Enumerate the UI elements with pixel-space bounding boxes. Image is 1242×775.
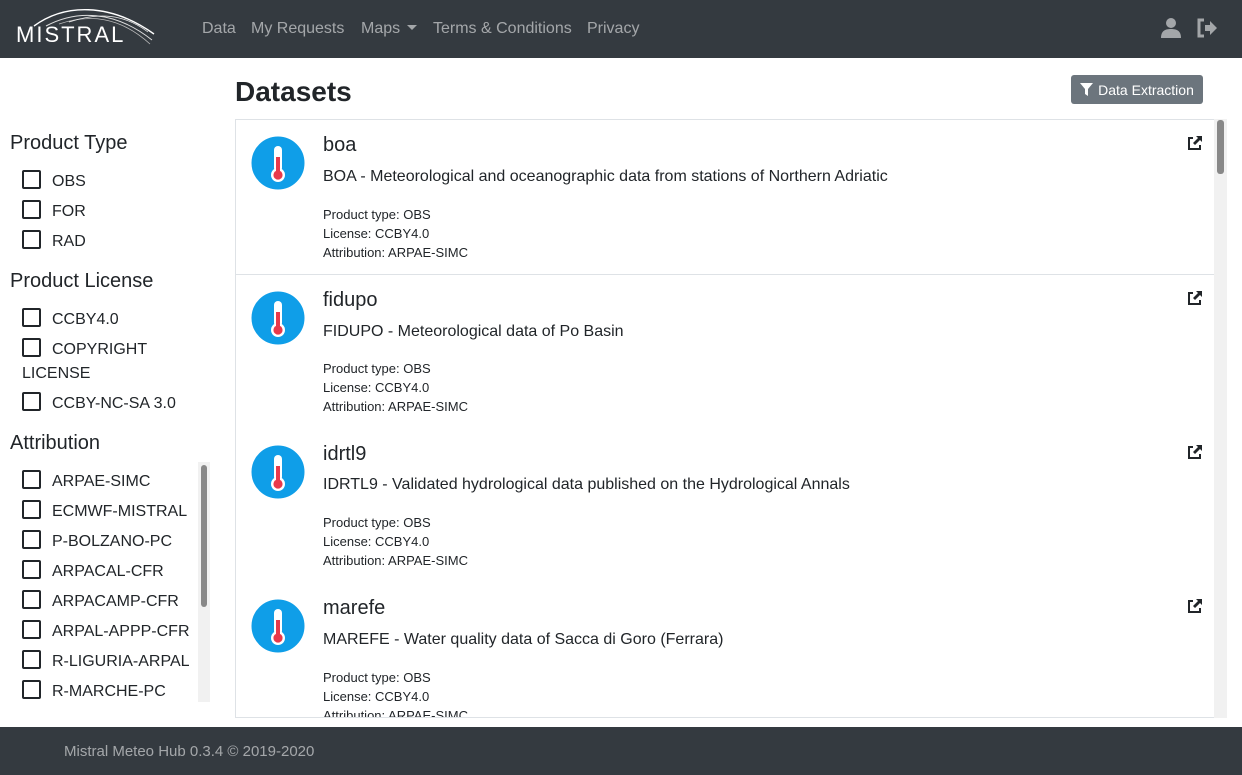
checkbox-label: R-LIGURIA-ARPAL <box>52 653 190 670</box>
top-navbar: MISTRAL Data My Requests Maps Terms & Co… <box>0 0 1242 58</box>
sign-out-icon[interactable] <box>1196 17 1218 39</box>
checkbox-label: CCBY-NC-SA 3.0 <box>52 395 176 412</box>
share-icon[interactable] <box>1187 444 1203 460</box>
checkbox-label: OBS <box>52 173 86 190</box>
facet-title-product-type: Product Type <box>10 132 128 154</box>
dataset-name[interactable]: fidupo <box>323 289 378 312</box>
dataset-product-type: Product type: OBS <box>323 670 431 685</box>
checkbox-box[interactable] <box>22 650 41 669</box>
dataset-license: License: CCBY4.0 <box>323 689 430 704</box>
dataset-attribution: Attribution: ARPAE-SIMC <box>323 399 468 414</box>
checkbox-label: ECMWF-MISTRAL <box>52 503 188 520</box>
checkbox-label: ARPACAMP-CFR <box>52 593 179 610</box>
checkbox-box[interactable] <box>22 620 41 639</box>
nav-terms[interactable]: Terms & Conditions <box>433 20 572 38</box>
checkbox-box[interactable] <box>22 560 41 579</box>
page-title: Datasets <box>235 76 352 107</box>
dataset-license: License: CCBY4.0 <box>323 226 430 241</box>
data-extraction-label: Data Extraction <box>1098 81 1194 98</box>
checkbox-box[interactable] <box>22 392 41 411</box>
dataset-list-scrollbar-track[interactable] <box>1214 119 1227 718</box>
dataset-description: MAREFE - Water quality data of Sacca di … <box>323 631 724 648</box>
share-icon[interactable] <box>1187 290 1203 306</box>
checkbox-box[interactable] <box>22 530 41 549</box>
checkbox-attribution[interactable]: ECMWF-MISTRAL <box>22 500 202 524</box>
dataset-product-type: Product type: OBS <box>323 515 431 530</box>
checkbox-box[interactable] <box>22 170 41 189</box>
dataset-license: License: CCBY4.0 <box>323 380 430 395</box>
facet-title-product-license: Product License <box>10 270 154 292</box>
share-icon[interactable] <box>1187 135 1203 151</box>
dataset-name[interactable]: idrtl9 <box>323 443 366 466</box>
dataset-card[interactable]: marefe MAREFE - Water quality data of Sa… <box>236 583 1215 718</box>
nav-data[interactable]: Data <box>202 20 236 38</box>
checkbox-label: ARPAE-SIMC <box>52 473 151 490</box>
thermometer-icon <box>250 598 306 654</box>
mistral-logo[interactable]: MISTRAL <box>14 4 164 48</box>
thermometer-icon <box>250 290 306 346</box>
checkbox-box[interactable] <box>22 230 41 249</box>
checkbox-box[interactable] <box>22 590 41 609</box>
footer-version-text: Mistral Meteo Hub 0.3.4 © 2019-2020 <box>64 743 315 760</box>
dataset-attribution: Attribution: ARPAE-SIMC <box>323 553 468 568</box>
dataset-license: License: CCBY4.0 <box>323 534 430 549</box>
page-footer: Mistral Meteo Hub 0.3.4 © 2019-2020 <box>0 727 1242 775</box>
dataset-description: IDRTL9 - Validated hydrological data pub… <box>323 476 850 493</box>
checkbox-attribution[interactable]: ARPAE-SIMC <box>22 470 202 494</box>
checkbox-label: ARPACAL-CFR <box>52 563 164 580</box>
dataset-card[interactable]: idrtl9 IDRTL9 - Validated hydrological d… <box>236 429 1215 584</box>
checkbox-label: CCBY4.0 <box>52 311 119 328</box>
checkbox-license[interactable]: COPYRIGHT LICENSE <box>22 338 172 386</box>
dataset-name[interactable]: boa <box>323 134 356 157</box>
dataset-list: boa BOA - Meteorological and oceanograph… <box>235 119 1227 718</box>
checkbox-product-type[interactable]: OBS <box>22 170 202 194</box>
checkbox-label: P-BOLZANO-PC <box>52 533 173 550</box>
dataset-attribution: Attribution: ARPAE-SIMC <box>323 245 468 260</box>
dataset-description: BOA - Meteorological and oceanographic d… <box>323 168 888 185</box>
checkbox-label: ARPAL-APPP-CFR <box>52 623 190 640</box>
filter-icon <box>1080 83 1094 96</box>
checkbox-attribution[interactable]: R-LIGURIA-ARPAL <box>22 650 202 674</box>
checkbox-product-type[interactable]: RAD <box>22 230 202 254</box>
checkbox-box[interactable] <box>22 470 41 489</box>
checkbox-box[interactable] <box>22 308 41 327</box>
checkbox-label: R-MARCHE-PC <box>52 683 166 700</box>
dataset-product-type: Product type: OBS <box>323 361 431 376</box>
checkbox-box[interactable] <box>22 680 41 699</box>
user-icon[interactable] <box>1160 17 1182 39</box>
checkbox-attribution[interactable]: ARPACAL-CFR <box>22 560 202 584</box>
nav-privacy[interactable]: Privacy <box>587 20 639 38</box>
share-icon[interactable] <box>1187 598 1203 614</box>
chevron-down-icon <box>407 25 418 30</box>
brand-name: MISTRAL <box>16 22 126 47</box>
thermometer-icon <box>250 135 306 191</box>
facet-title-attribution: Attribution <box>10 432 101 454</box>
nav-my-requests[interactable]: My Requests <box>251 20 344 38</box>
dataset-list-scrollbar-thumb[interactable] <box>1217 120 1224 174</box>
checkbox-license[interactable]: CCBY-NC-SA 3.0 <box>22 392 202 416</box>
checkbox-license[interactable]: CCBY4.0 <box>22 308 202 332</box>
checkbox-attribution[interactable]: ARPACAMP-CFR <box>22 590 202 614</box>
dataset-name[interactable]: marefe <box>323 597 385 620</box>
checkbox-box[interactable] <box>22 338 41 357</box>
attribution-list[interactable]: ARPAE-SIMC ECMWF-MISTRAL P-BOLZANO-PC AR… <box>0 462 211 702</box>
dataset-description: FIDUPO - Meteorological data of Po Basin <box>323 323 624 340</box>
nav-maps-dropdown[interactable]: Maps <box>361 20 418 38</box>
dataset-product-type: Product type: OBS <box>323 207 431 222</box>
nav-maps-label: Maps <box>361 20 401 37</box>
checkbox-label: FOR <box>52 203 86 220</box>
checkbox-product-type[interactable]: FOR <box>22 200 202 224</box>
thermometer-icon <box>250 444 306 500</box>
dataset-card[interactable]: boa BOA - Meteorological and oceanograph… <box>236 120 1215 275</box>
checkbox-attribution[interactable]: P-BOLZANO-PC <box>22 530 202 554</box>
dataset-attribution: Attribution: ARPAE-SIMC <box>323 708 468 718</box>
data-extraction-button[interactable]: Data Extraction <box>1071 75 1203 104</box>
attribution-scrollbar-thumb[interactable] <box>201 465 207 607</box>
checkbox-box[interactable] <box>22 200 41 219</box>
checkbox-attribution[interactable]: R-MARCHE-PC <box>22 680 202 702</box>
checkbox-attribution[interactable]: ARPAL-APPP-CFR <box>22 620 202 644</box>
checkbox-label: RAD <box>52 233 86 250</box>
dataset-card[interactable]: fidupo FIDUPO - Meteorological data of P… <box>236 275 1215 430</box>
checkbox-box[interactable] <box>22 500 41 519</box>
